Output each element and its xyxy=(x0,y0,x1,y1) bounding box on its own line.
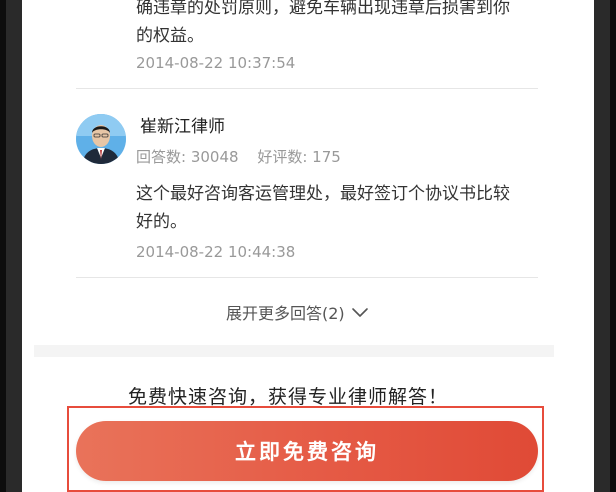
lawyer-name[interactable]: 崔新江律师 xyxy=(140,112,225,137)
answer-1-date: 2014-08-22 10:37:54 xyxy=(136,54,296,72)
divider xyxy=(76,88,538,89)
answer-2-text: 这个最好咨询客运管理处，最好签订个协议书比较 好的。 xyxy=(136,180,534,236)
answer-1-text: 确违章的处罚原则，避免车辆出现违章后损害到你 的权益。 xyxy=(136,0,534,50)
good-reviews-count: 好评数: 175 xyxy=(257,148,341,166)
answers-list xyxy=(34,0,538,345)
answer-1-text-line2: 的权益。 xyxy=(136,26,204,46)
answer-2-date: 2014-08-22 10:44:38 xyxy=(136,243,296,261)
promo-text: 免费快速咨询，获得专业律师解答！ xyxy=(128,386,449,408)
expand-more-label: 展开更多回答(2) xyxy=(226,304,345,323)
expand-more-answers[interactable]: 展开更多回答(2) xyxy=(226,300,369,324)
answer-2-text-line1: 这个最好咨询客运管理处，最好签订个协议书比较 xyxy=(136,184,510,204)
section-separator xyxy=(34,345,554,357)
answer-1-text-line1: 确违章的处罚原则，避免车辆出现违章后损害到你 xyxy=(136,0,510,18)
lawyer-avatar[interactable] xyxy=(76,114,126,164)
answers-count: 回答数: 30048 xyxy=(136,148,239,166)
divider xyxy=(76,277,538,278)
answer-2-text-line2: 好的。 xyxy=(136,212,187,232)
free-consult-button[interactable]: 立即免费咨询 xyxy=(76,421,538,481)
chevron-down-icon xyxy=(351,308,368,317)
lawyer-stats: 回答数: 30048 好评数: 175 xyxy=(136,146,355,167)
avatar-photo-icon xyxy=(76,114,126,164)
